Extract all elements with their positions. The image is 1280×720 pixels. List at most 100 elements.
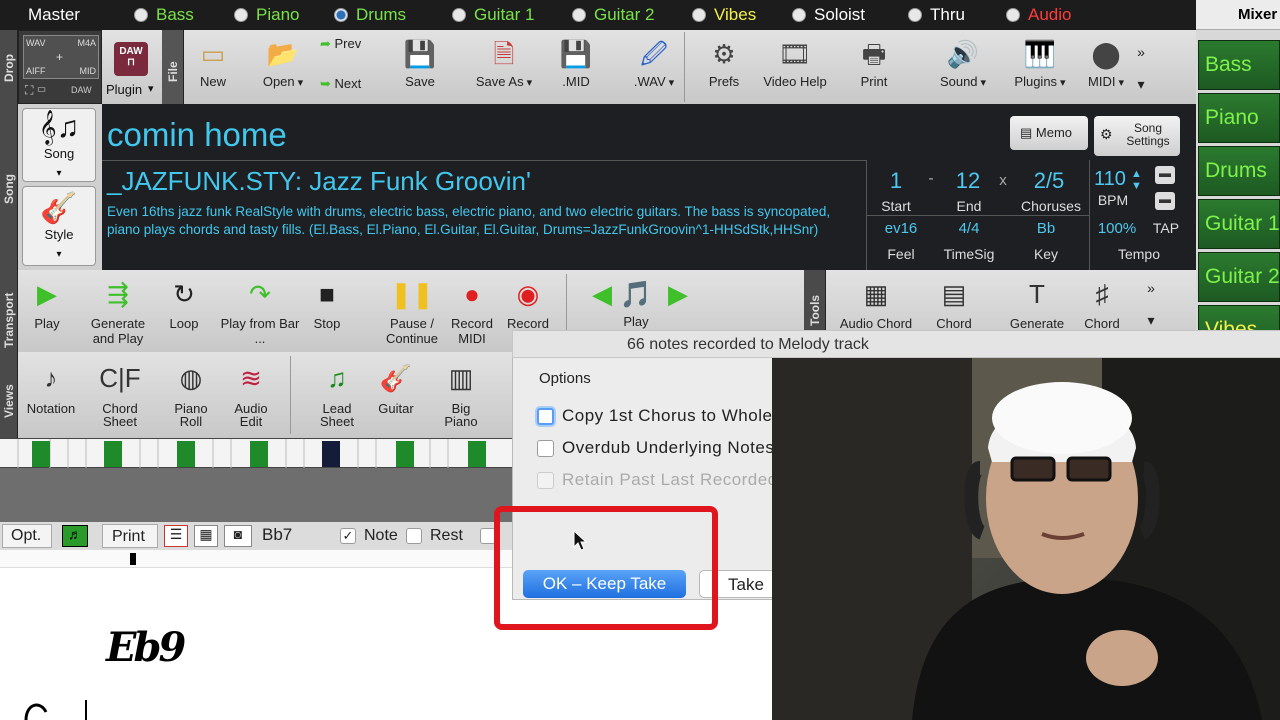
next-song-button[interactable]: ▶ [660, 278, 696, 314]
prefs-button[interactable]: ⚙ Prefs [696, 38, 752, 89]
new-button[interactable]: ▭ New [192, 38, 234, 89]
record-midi-button[interactable]: ● Record MIDI [440, 278, 504, 346]
prev-song-button[interactable]: ➦ Prev [320, 36, 390, 52]
big-piano-button[interactable]: ▥ Big Piano [438, 362, 484, 428]
staff-view-icon[interactable]: ☰ [164, 525, 188, 547]
notation-mode-icon[interactable]: ♬ [62, 525, 88, 547]
record-button[interactable]: ◉ Record [506, 278, 550, 331]
opt-button[interactable]: Opt. [2, 524, 52, 548]
tempo-percent[interactable]: 100% [1093, 220, 1141, 237]
track-piano[interactable]: Piano [222, 0, 322, 30]
track-radio-icon[interactable] [692, 8, 706, 22]
track-soloist[interactable]: Soloist [780, 0, 896, 30]
audio-chord-button[interactable]: ▦ Audio Chord [834, 278, 918, 331]
more-tools-button[interactable]: » ▾ [1144, 280, 1158, 329]
track-radio-icon[interactable] [572, 8, 586, 22]
lead-sheet-button[interactable]: ♫ Lead Sheet [314, 362, 360, 428]
track-radio-icon[interactable] [792, 8, 806, 22]
play-from-bar-button[interactable]: ↷ Play from Bar ... [220, 278, 300, 346]
rest-checkbox[interactable]: Rest [406, 527, 463, 545]
track-radio-icon[interactable] [908, 8, 922, 22]
prev-song-button[interactable]: ◀ [584, 278, 620, 314]
mixer-track-drums[interactable]: Drums [1198, 146, 1280, 196]
track-radio-icon[interactable] [452, 8, 466, 22]
drop-box[interactable]: WAV M4A + AIFF MID ⛶ ▭ DAW [18, 30, 102, 104]
track-radio-icon[interactable] [1006, 8, 1020, 22]
stop-button[interactable]: ■ Stop [308, 278, 346, 331]
track-guitar-1[interactable]: Guitar 1 [440, 0, 560, 30]
drop-frame-icon[interactable]: ⛶ ▭ [25, 83, 46, 98]
start-value[interactable]: 1 [881, 168, 911, 194]
notation-button[interactable]: ♪ Notation [22, 362, 80, 415]
save-as-button[interactable]: 🗎 Save As ▾ [466, 38, 542, 89]
next-song-button[interactable]: ➥ Next [320, 76, 390, 92]
mixer-track-piano[interactable]: Piano [1198, 93, 1280, 143]
generate-and-play-button[interactable]: ⇶ Generate and Play [82, 278, 154, 346]
loop-button[interactable]: ↻ Loop [164, 278, 204, 331]
mini-piano-keyboard[interactable] [0, 438, 512, 469]
generate-button[interactable]: T Generate [1000, 278, 1074, 331]
video-help-button[interactable]: 🎞 Video Help [760, 38, 830, 89]
track-radio-icon[interactable] [334, 8, 348, 22]
transport-tab[interactable]: Transport [0, 270, 18, 352]
memo-button[interactable]: ▤ Memo [1010, 116, 1088, 150]
chord-sheet-button[interactable]: C|F Chord Sheet [88, 362, 152, 428]
track-bass[interactable]: Bass [122, 0, 222, 30]
print-button[interactable]: 🖶 Print [844, 38, 904, 89]
track-thru[interactable]: Thru [896, 0, 994, 30]
midi-button[interactable]: ⬤ MIDI ▾ [1076, 38, 1136, 89]
sound-button[interactable]: 🔊 Sound ▾ [930, 38, 996, 89]
tempo-menu-button[interactable]: ▬ [1155, 166, 1175, 184]
views-tab[interactable]: Views [0, 352, 18, 438]
playlist-play-button[interactable]: 🎵 Play [616, 278, 656, 329]
style-name[interactable]: _JAZFUNK.STY: Jazz Funk Groovin' [107, 166, 531, 197]
choruses-value[interactable]: 2/5 [1023, 168, 1075, 194]
chord-button[interactable]: ▤ Chord [922, 278, 986, 331]
track-master[interactable]: Master [0, 0, 122, 30]
song-position-marker[interactable] [130, 553, 136, 565]
copy-chorus-checkbox[interactable]: Copy 1st Chorus to Whole [537, 406, 772, 426]
file-tab[interactable]: File [162, 30, 184, 104]
track-guitar-2[interactable]: Guitar 2 [560, 0, 680, 30]
song-tab[interactable]: Song [0, 104, 18, 270]
wav-button[interactable]: 🖉 .WAV ▾ [624, 38, 684, 89]
mixer-track-bass[interactable]: Bass [1198, 40, 1280, 90]
piano-roll-button[interactable]: ◍ Piano Roll [168, 362, 214, 428]
track-drums[interactable]: Drums [322, 0, 440, 30]
song-title[interactable]: comin home [107, 116, 287, 154]
feel-value[interactable]: ev16 [873, 220, 929, 237]
grid-view-icon[interactable]: ▦ [194, 525, 218, 547]
overdub-checkbox[interactable]: Overdub Underlying Notes [537, 438, 774, 458]
timesig-value[interactable]: 4/4 [949, 220, 989, 237]
play-button[interactable]: ▶ Play [26, 278, 68, 331]
style-button[interactable]: 🎸 Style ▾ [22, 186, 96, 266]
lyrics-view-icon[interactable]: ◙ [224, 525, 252, 547]
track-audio[interactable]: Audio [994, 0, 1094, 30]
open-button[interactable]: 📂 Open ▾ [252, 38, 314, 89]
end-value[interactable]: 12 [953, 168, 983, 194]
tempo-value[interactable]: 110 [1093, 168, 1127, 191]
song-button[interactable]: 𝄞♫ Song ▾ [22, 108, 96, 182]
audio-edit-button[interactable]: ≋ Audio Edit [226, 362, 276, 428]
track-vibes[interactable]: Vibes [680, 0, 780, 30]
track-radio-icon[interactable] [234, 8, 248, 22]
tempo-menu-button-2[interactable]: ▬ [1155, 192, 1175, 210]
mixer-title[interactable]: Mixer [1196, 0, 1280, 30]
mixer-track-guitar-1[interactable]: Guitar 1 [1198, 199, 1280, 249]
pause-continue-button[interactable]: ❚❚ Pause / Continue [376, 278, 448, 346]
track-radio-icon[interactable] [134, 8, 148, 22]
note-checkbox[interactable]: ✓ Note [340, 527, 398, 545]
song-settings-button[interactable]: ⚙ Song Settings [1094, 116, 1180, 156]
print-button[interactable]: Print [102, 524, 158, 548]
tap-button[interactable]: TAP [1149, 220, 1183, 236]
guitar-button[interactable]: 🎸 Guitar [376, 362, 416, 415]
save-button[interactable]: 💾 Save [396, 38, 444, 89]
mid-button[interactable]: 💾 .MID [554, 38, 598, 89]
daw-plugin-button[interactable]: DAW ⊓ Plugin ▾ [102, 30, 162, 104]
drop-tab[interactable]: Drop [0, 30, 18, 104]
chord-symbol[interactable]: Eb9 [106, 624, 186, 671]
tempo-spin-icon[interactable]: ▲ ▼ [1131, 168, 1142, 192]
mixer-track-guitar-2[interactable]: Guitar 2 [1198, 252, 1280, 302]
dialog-titlebar[interactable]: 66 notes recorded to Melody track [512, 330, 1280, 358]
plugins-button[interactable]: 🎹 Plugins ▾ [1004, 38, 1076, 89]
